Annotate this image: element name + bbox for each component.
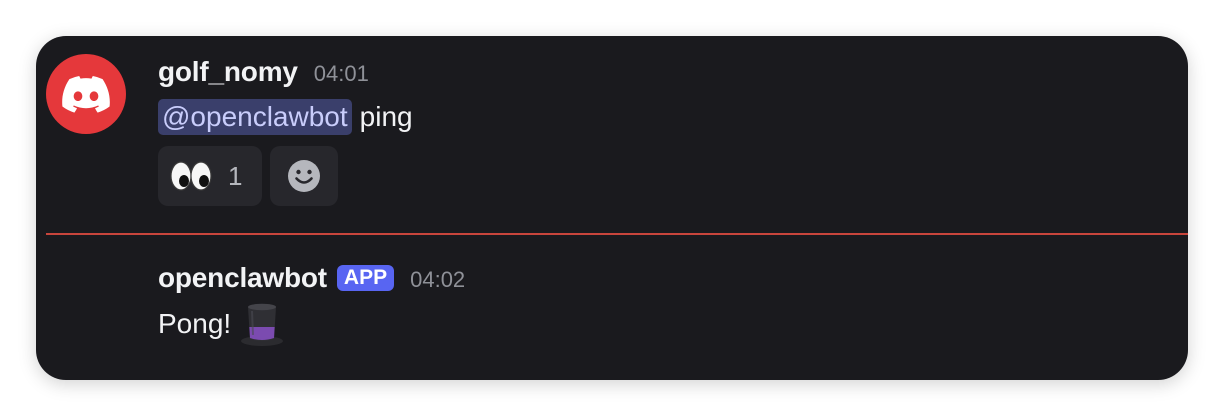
avatar[interactable] (46, 54, 126, 134)
message-text: Pong! (158, 308, 232, 339)
message-content: @openclawbot ping (158, 96, 413, 138)
add-reaction-button[interactable] (270, 146, 338, 206)
eyes-emoji-icon (170, 161, 212, 191)
user-mention[interactable]: @openclawbot (158, 99, 352, 135)
message-text: ping (359, 101, 413, 132)
message-header: openclawbot APP 04:02 (158, 262, 465, 294)
message-timestamp: 04:02 (410, 267, 466, 292)
author-name[interactable]: golf_nomy (158, 56, 298, 88)
discord-logo-icon (62, 75, 110, 113)
reaction-bar: 1 (158, 146, 338, 206)
screenshot-stage: golf_nomy 04:01 @openclawbot ping 1 open… (0, 0, 1224, 416)
add-reaction-smiley-icon (288, 160, 320, 192)
app-badge: APP (336, 265, 395, 291)
message-content: Pong! (158, 302, 285, 346)
top-hat-emoji-icon (241, 303, 284, 346)
reaction-eyes-button[interactable]: 1 (158, 146, 262, 206)
author-name[interactable]: openclawbot (158, 262, 327, 294)
chat-panel: golf_nomy 04:01 @openclawbot ping 1 open… (36, 36, 1188, 380)
message-timestamp: 04:01 (313, 61, 369, 86)
message-header: golf_nomy 04:01 (158, 56, 369, 88)
new-messages-divider (46, 233, 1188, 235)
reaction-count: 1 (228, 160, 243, 191)
